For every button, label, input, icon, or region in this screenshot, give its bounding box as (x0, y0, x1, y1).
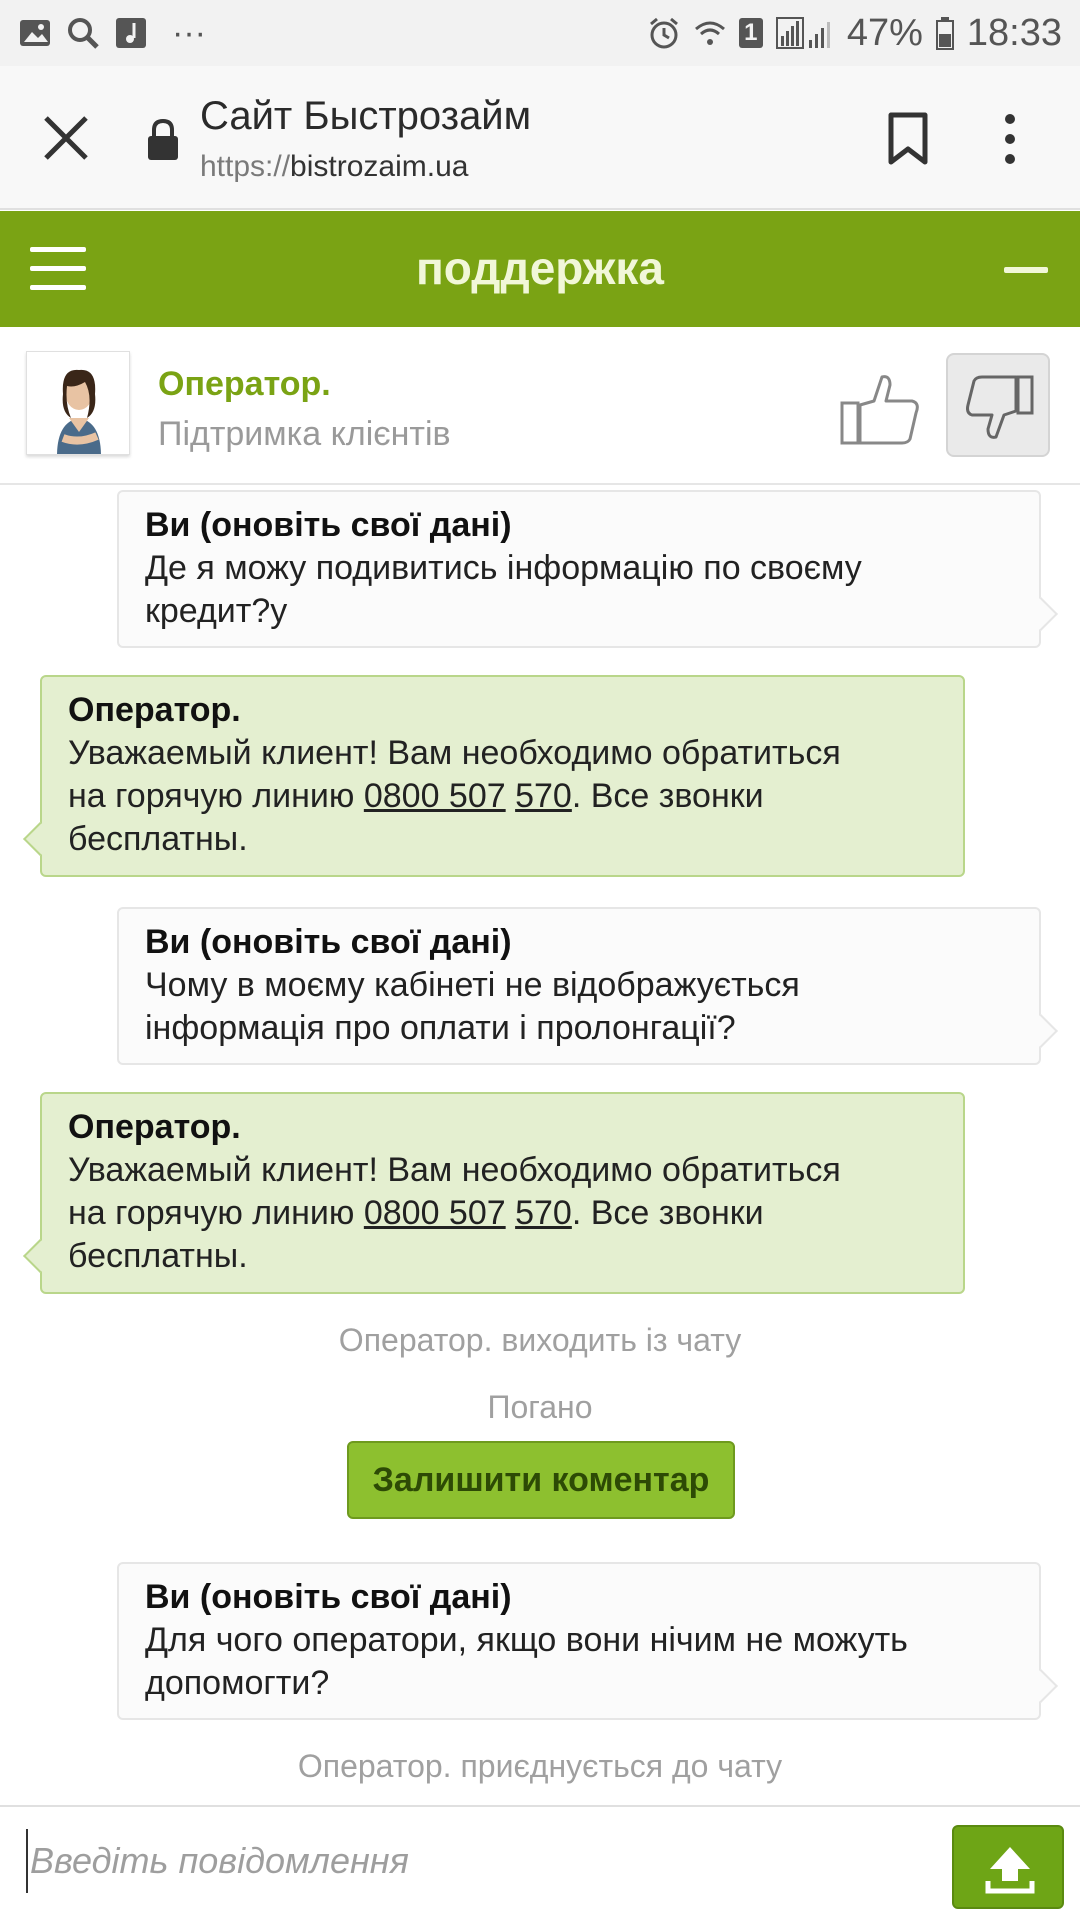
leave-comment-button[interactable]: Залишити коментар (347, 1441, 735, 1519)
avatar (26, 351, 130, 455)
message-text-line: Чому в моєму кабінеті не відображується (145, 966, 800, 1004)
message-text-line: бесплатны. (68, 820, 248, 858)
url-host: bistrozaim.ua (290, 150, 469, 183)
user-message: Ви (оновіть свої дані) Для чого оператор… (117, 1562, 1041, 1720)
music-icon (116, 18, 146, 48)
message-text-line: кредит?у (145, 592, 288, 630)
battery-icon (935, 17, 954, 50)
phone-link[interactable]: 0800 507 (364, 1194, 506, 1232)
site-url[interactable]: https://bistrozaim.ua (200, 150, 468, 184)
status-right: 1 47% 18:33 (647, 12, 1062, 55)
phone-link[interactable]: 570 (515, 1194, 572, 1232)
site-title: Сайт Быстрозайм (200, 94, 532, 138)
close-icon[interactable] (40, 112, 92, 164)
gallery-icon (20, 20, 50, 46)
signal-icon (775, 17, 830, 49)
text-fragment: на горячую линию (68, 777, 364, 815)
message-sender: Ви (оновіть свої дані) (145, 923, 512, 961)
send-button[interactable] (952, 1825, 1064, 1909)
battery-percent: 47% (846, 11, 923, 54)
phone-link[interactable]: 0800 507 (364, 777, 506, 815)
message-composer (0, 1805, 1080, 1920)
message-text-line: Уважаемый клиент! Вам необходимо обратит… (68, 1151, 841, 1189)
message-text-line: Уважаемый клиент! Вам необходимо обратит… (68, 734, 841, 772)
browser-toolbar: Сайт Быстрозайм https://bistrozaim.ua (0, 66, 1080, 210)
rating-label: Погано (487, 1389, 593, 1425)
operator-joined-notice: Оператор. приєднується до чату (297, 1748, 783, 1784)
phone-link[interactable]: 570 (515, 777, 572, 815)
sim-badge: 1 (738, 18, 763, 48)
chat-transcript[interactable]: Ви (оновіть свої дані) Де я можу подивит… (0, 485, 1080, 1805)
operator-header: Оператор. Підтримка клієнтів (0, 327, 1080, 485)
message-sender: Ви (оновіть свої дані) (145, 1578, 512, 1616)
url-scheme: https:// (200, 150, 291, 183)
search-icon (68, 18, 99, 49)
operator-message: Оператор. Уважаемый клиент! Вам необходи… (40, 675, 965, 877)
message-text-line: інформація про оплати і пролонгації? (145, 1009, 736, 1047)
message-sender: Оператор. (68, 1108, 241, 1146)
clock: 18:33 (966, 11, 1062, 54)
more-vert-icon[interactable] (1000, 112, 1020, 166)
operator-left-notice: Оператор. виходить із чату (338, 1322, 742, 1358)
thumbs-up-icon[interactable] (838, 371, 924, 447)
support-title: поддержка (416, 242, 664, 294)
message-sender: Ви (оновіть свої дані) (145, 506, 512, 544)
thumbs-down-icon (966, 375, 1034, 439)
dislike-button[interactable] (946, 353, 1050, 457)
message-text-line: на горячую линию 0800 507 570. Все звонк… (68, 775, 937, 818)
user-message: Ви (оновіть свої дані) Чому в моєму кабі… (117, 907, 1041, 1065)
message-text-line: допомогти? (145, 1664, 330, 1702)
message-text-line: бесплатны. (68, 1237, 248, 1275)
operator-avatar-image (27, 352, 129, 454)
lock-icon (148, 118, 178, 160)
status-bar: ··· 1 47% 18:33 (0, 0, 1080, 66)
text-fragment: . Все звонки (571, 777, 764, 815)
text-fragment: . Все звонки (571, 1194, 764, 1232)
status-left: ··· (18, 14, 206, 53)
message-text-line: Де я можу подивитись інформацію по своєм… (145, 549, 862, 587)
message-text-line: Для чого оператори, якщо вони нічим не м… (145, 1621, 908, 1659)
support-header: поддержка (0, 211, 1080, 327)
wifi-icon (694, 21, 725, 45)
text-fragment: на горячую линию (68, 1194, 364, 1232)
user-message: Ви (оновіть свої дані) Де я можу подивит… (117, 490, 1041, 648)
alarm-icon (649, 17, 678, 49)
minimize-icon[interactable] (1004, 267, 1048, 273)
operator-name: Оператор. (158, 365, 331, 403)
status-more: ··· (172, 13, 206, 52)
operator-message: Оператор. Уважаемый клиент! Вам необходи… (40, 1092, 965, 1294)
message-text-line: на горячую линию 0800 507 570. Все звонк… (68, 1192, 937, 1235)
bookmark-icon[interactable] (886, 112, 930, 166)
operator-subtitle: Підтримка клієнтів (158, 415, 451, 453)
message-sender: Оператор. (68, 691, 241, 729)
message-input[interactable] (26, 1829, 926, 1893)
upload-icon (985, 1847, 1035, 1894)
